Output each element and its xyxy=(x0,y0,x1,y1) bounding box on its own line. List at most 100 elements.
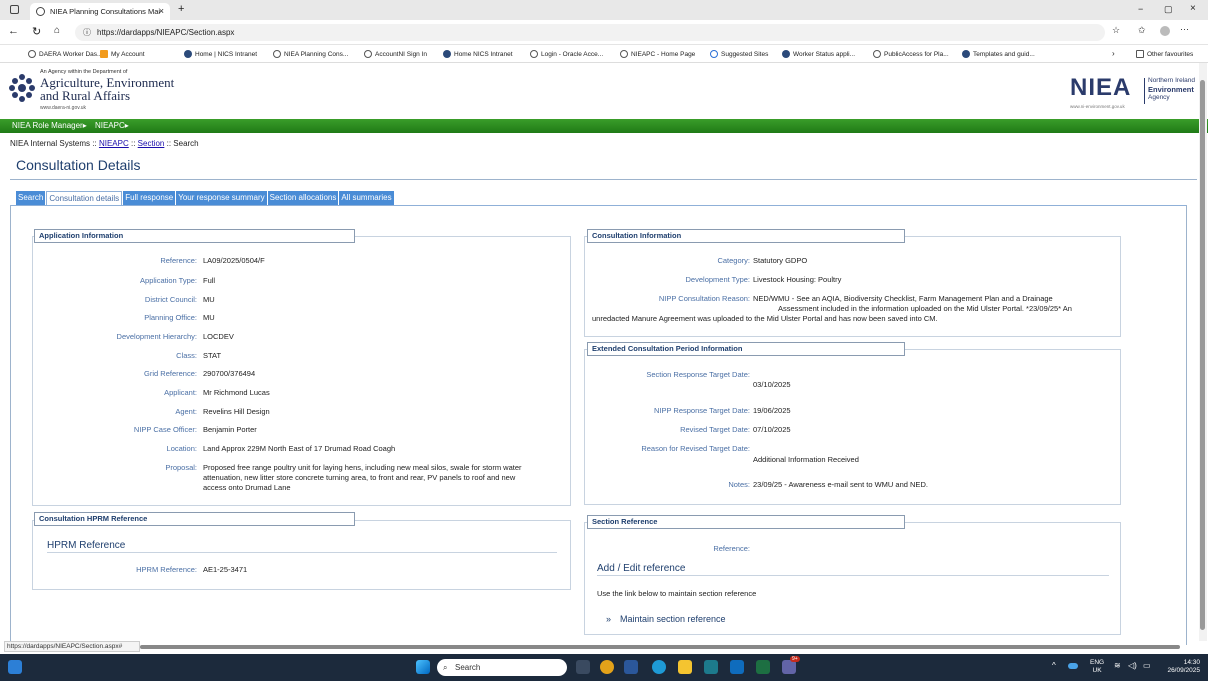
wifi-icon[interactable]: ≋ xyxy=(1114,662,1121,670)
excel-icon[interactable] xyxy=(756,660,770,674)
other-favourites-label: Other favourites xyxy=(1147,50,1194,58)
onedrive-icon[interactable] xyxy=(1068,663,1078,669)
favourite-item[interactable]: Suggested Sites xyxy=(710,50,768,58)
top-navigation: NIEA Role Manager▸ NIEAPC▸ xyxy=(0,119,1208,133)
tab-section-allocations[interactable]: Section allocations xyxy=(267,191,339,205)
refresh-icon[interactable]: ↻ xyxy=(32,25,41,38)
breadcrumb-link-nieapc[interactable]: NIEAPC xyxy=(99,139,129,148)
taskbar-search[interactable]: ⌕ Search xyxy=(437,659,567,676)
favourite-item[interactable]: NIEAPC - Home Page xyxy=(620,50,695,58)
nics-icon xyxy=(782,50,790,58)
new-tab-button[interactable]: + xyxy=(178,3,184,15)
widgets-icon[interactable] xyxy=(8,660,22,674)
breadcrumb-link-section[interactable]: Section xyxy=(138,139,165,148)
maintain-reference-link[interactable]: Maintain section reference xyxy=(620,614,726,624)
word-icon[interactable] xyxy=(624,660,638,674)
favourite-star-icon[interactable]: ☆ xyxy=(1112,25,1120,36)
case-officer-label: NIPP Case Officer: xyxy=(133,425,197,434)
edge-icon[interactable] xyxy=(652,660,666,674)
file-explorer-icon[interactable] xyxy=(678,660,692,674)
application-info-heading: Application Information xyxy=(34,229,355,243)
proposal-label: Proposal: xyxy=(165,463,197,472)
start-button[interactable] xyxy=(416,660,430,674)
favourite-item[interactable]: AccountNI Sign In xyxy=(364,50,427,58)
language-indicator[interactable]: ENG UK xyxy=(1090,659,1104,675)
taskbar-search-label: Search xyxy=(455,663,481,672)
chevron-up-icon[interactable]: ^ xyxy=(1052,662,1056,670)
consultation-reason-line1: NED/WMU - See an AQIA, Biodiversity Chec… xyxy=(753,294,1053,303)
battery-icon[interactable]: ▭ xyxy=(1143,662,1151,670)
windows-icon xyxy=(100,50,108,58)
agent-value: Revelins Hill Design xyxy=(203,407,270,416)
favourite-label: Login - Oracle Acce... xyxy=(541,50,604,58)
niea-logo: NIEA xyxy=(1070,74,1132,101)
teams-badge: 9+ xyxy=(790,656,800,662)
globe-icon xyxy=(273,50,281,58)
back-arrow-icon[interactable]: ← xyxy=(8,25,19,37)
maximize-button[interactable]: ▢ xyxy=(1164,4,1173,15)
vertical-scroll-thumb[interactable] xyxy=(1200,80,1205,630)
clock[interactable]: 14:30 26/09/2025 xyxy=(1160,659,1200,675)
tab-consultation-details[interactable]: Consultation details xyxy=(46,191,123,205)
minimize-button[interactable]: − xyxy=(1138,4,1143,14)
favourite-item[interactable]: Home | NICS Intranet xyxy=(184,50,257,58)
dept-name-line2: and Rural Affairs xyxy=(40,88,131,103)
task-view-icon[interactable] xyxy=(576,660,590,674)
chevron-right-icon[interactable]: › xyxy=(1112,49,1115,58)
favourites-icon[interactable]: ✩ xyxy=(1138,25,1146,36)
nipp-target-value: 19/06/2025 xyxy=(753,406,791,415)
favourite-label: DAERA Worker Das... xyxy=(39,50,103,58)
reference-label: Reference: xyxy=(160,256,197,265)
teams-icon[interactable] xyxy=(782,660,796,674)
favourite-item[interactable]: DAERA Worker Das... xyxy=(28,50,102,58)
niea-name-line2: Environment xyxy=(1148,85,1194,94)
development-type-label: Development Type: xyxy=(685,275,750,284)
proposal-value: Proposed free range poultry unit for lay… xyxy=(203,463,522,492)
other-favourites[interactable]: Other favourites xyxy=(1136,50,1193,58)
link-arrow-icon: » xyxy=(606,614,612,624)
volume-icon[interactable]: ◁) xyxy=(1128,662,1137,670)
nics-icon xyxy=(962,50,970,58)
nav-role-manager[interactable]: NIEA Role Manager▸ xyxy=(12,121,87,130)
breadcrumb-separator: :: xyxy=(166,139,172,148)
favourite-item[interactable]: Home NICS Intranet xyxy=(443,50,513,58)
close-window-button[interactable]: × xyxy=(1190,3,1196,14)
favourite-item[interactable]: My Account xyxy=(100,50,145,58)
favourites-bar: DAERA Worker Das... My Account Home | NI… xyxy=(0,45,1208,63)
favourite-label: PublicAccess for Pla... xyxy=(884,50,949,58)
nipp-target-label: NIPP Response Target Date: xyxy=(653,406,750,415)
outlook-icon[interactable] xyxy=(730,660,744,674)
tab-response-summary[interactable]: Your response summary xyxy=(176,191,267,205)
chrome-icon[interactable] xyxy=(600,660,614,674)
tab-all-summaries[interactable]: All summaries xyxy=(339,191,394,205)
hprm-reference-value: AE1-25-3471 xyxy=(203,565,248,574)
tab-search[interactable]: Search xyxy=(16,191,46,205)
favourite-label: NIEAPC - Home Page xyxy=(631,50,696,58)
more-options-icon[interactable]: ··· xyxy=(1180,24,1189,34)
tab-actions-icon[interactable] xyxy=(10,5,19,14)
favourite-item[interactable]: Login - Oracle Acce... xyxy=(530,50,603,58)
address-bar[interactable]: ⓘ https://dardapps/NIEAPC/Section.aspx xyxy=(75,24,1105,41)
profile-avatar[interactable] xyxy=(1160,26,1170,36)
favourite-item[interactable]: NIEA Planning Cons... xyxy=(273,50,348,58)
close-tab-icon[interactable]: × xyxy=(159,6,164,16)
location-label: Location: xyxy=(166,444,197,453)
breadcrumb-separator: :: xyxy=(92,139,97,148)
favourite-item[interactable]: Worker Status appli... xyxy=(782,50,855,58)
favourite-item[interactable]: Templates and guid... xyxy=(962,50,1035,58)
favourite-label: AccountNI Sign In xyxy=(375,50,428,58)
nav-nieapc[interactable]: NIEAPC▸ xyxy=(95,121,129,130)
favourite-item[interactable]: PublicAccess for Pla... xyxy=(873,50,949,58)
title-divider xyxy=(10,179,1197,180)
favourite-label: My Account xyxy=(111,50,145,58)
tab-full-response[interactable]: Full response xyxy=(123,191,176,205)
section-reference-heading: Section Reference xyxy=(587,515,905,529)
breadcrumb: NIEA Internal Systems :: NIEAPC :: Secti… xyxy=(10,139,199,148)
horizontal-scroll-thumb[interactable] xyxy=(140,645,1180,649)
browser-tab[interactable]: NIEA Planning Consultations Mai × xyxy=(30,3,170,20)
home-icon[interactable]: ⌂ xyxy=(54,25,60,36)
browser-tab-bar: NIEA Planning Consultations Mai × + − ▢ … xyxy=(0,0,1208,20)
app-icon[interactable] xyxy=(704,660,718,674)
development-hierarchy-value: LOCDEV xyxy=(203,332,234,341)
site-info-icon[interactable]: ⓘ xyxy=(83,24,91,41)
